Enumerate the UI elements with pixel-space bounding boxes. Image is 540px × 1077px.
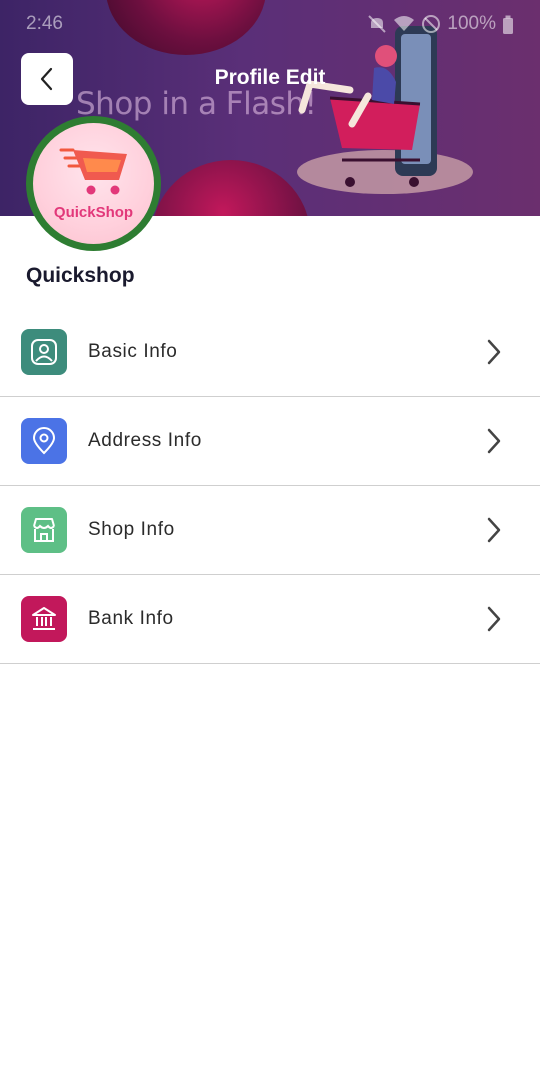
page-title: Profile Edit: [214, 66, 326, 89]
chevron-right-icon: [487, 428, 501, 454]
shop-name: Quickshop: [26, 264, 135, 287]
status-bar: 2:46 100%: [0, 0, 540, 48]
logo-text: QuickShop: [53, 204, 134, 221]
back-button[interactable]: [21, 53, 73, 105]
battery-icon: [503, 15, 513, 34]
user-badge-icon: [21, 329, 67, 375]
shop-logo: QuickShop: [33, 123, 154, 244]
notifications-off-icon: [368, 15, 387, 33]
shop-avatar[interactable]: QuickShop: [26, 116, 161, 251]
menu-label: Bank Info: [88, 608, 174, 629]
banner-decoration-orb: [152, 160, 310, 216]
do-not-disturb-icon: [422, 15, 441, 33]
status-icons: 100%: [367, 13, 514, 35]
chevron-left-icon: [40, 67, 53, 91]
wifi-icon: [394, 16, 415, 31]
chevron-right-icon: [487, 517, 501, 543]
menu-item-address-info[interactable]: Address Info: [0, 397, 540, 486]
menu-label: Basic Info: [88, 341, 178, 362]
profile-menu: Basic Info Address Info Shop Info Bank I…: [0, 308, 540, 664]
chevron-right-icon: [487, 606, 501, 632]
chevron-right-icon: [487, 339, 501, 365]
banner-tagline: Shop in a Flash!: [76, 86, 317, 122]
location-pin-icon: [21, 418, 67, 464]
bank-icon: [21, 596, 67, 642]
battery-percent: 100%: [447, 13, 496, 34]
menu-item-bank-info[interactable]: Bank Info: [0, 575, 540, 664]
status-time: 2:46: [26, 13, 63, 34]
menu-label: Shop Info: [88, 519, 175, 540]
shopping-cart-icon: [59, 148, 127, 195]
menu-item-shop-info[interactable]: Shop Info: [0, 486, 540, 575]
storefront-icon: [21, 507, 67, 553]
menu-item-basic-info[interactable]: Basic Info: [0, 308, 540, 397]
menu-label: Address Info: [88, 430, 202, 451]
